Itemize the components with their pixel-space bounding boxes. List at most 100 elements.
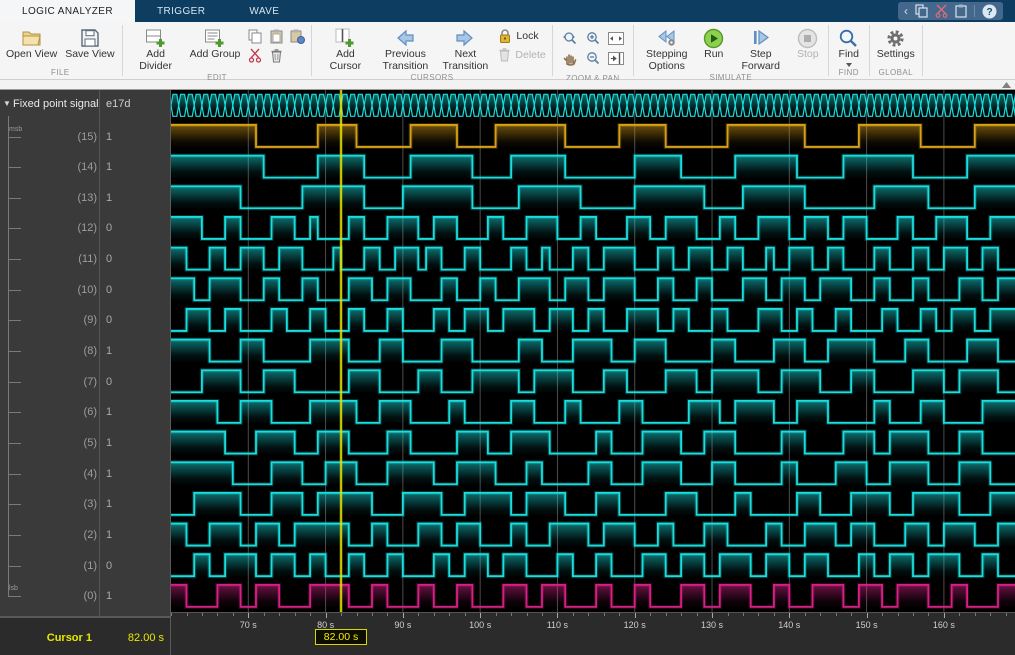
bit-value: 1 bbox=[106, 468, 112, 480]
step-forward-button[interactable]: Step Forward bbox=[731, 24, 791, 72]
signal-bit-row[interactable]: lsb(0)1 bbox=[0, 581, 170, 611]
stepping-options-button[interactable]: Stepping Options bbox=[637, 24, 697, 72]
bit-name: (15) bbox=[40, 131, 97, 143]
signal-bit-row[interactable]: msb(15)1 bbox=[0, 122, 170, 152]
save-view-button[interactable]: Save View bbox=[61, 24, 118, 61]
axis-tick-label: 100 s bbox=[469, 620, 491, 630]
bit-name: (12) bbox=[40, 222, 97, 234]
signal-bit-row[interactable]: (12)0 bbox=[0, 213, 170, 243]
signal-bit-row[interactable]: (11)0 bbox=[0, 244, 170, 274]
signal-bit-row[interactable]: (4)1 bbox=[0, 459, 170, 489]
signal-bit-row[interactable]: (10)0 bbox=[0, 275, 170, 305]
add-cursor-button[interactable]: Add Cursor bbox=[315, 24, 375, 72]
section-label: FILE bbox=[2, 67, 119, 79]
help-icon[interactable]: ? bbox=[982, 4, 997, 19]
bit-waveform bbox=[171, 462, 1015, 484]
collapse-group-icon[interactable]: ▼ bbox=[3, 99, 11, 108]
divider bbox=[122, 25, 123, 76]
find-button[interactable]: Find bbox=[832, 24, 866, 67]
bit-value: 0 bbox=[106, 560, 112, 572]
zoom-in-x-icon[interactable] bbox=[560, 30, 580, 47]
pan-icon[interactable] bbox=[560, 50, 580, 67]
tab-wave[interactable]: WAVE bbox=[227, 0, 301, 22]
axis-tick-label: 70 s bbox=[240, 620, 257, 630]
axis-minor-tick bbox=[975, 613, 976, 616]
signal-bit-row[interactable]: (9)0 bbox=[0, 305, 170, 335]
signal-bit-row[interactable]: (8)1 bbox=[0, 336, 170, 366]
stop-button[interactable]: Stop bbox=[791, 24, 825, 61]
axis-minor-tick bbox=[913, 613, 914, 616]
signal-bit-row[interactable]: (6)1 bbox=[0, 397, 170, 427]
axis-minor-tick bbox=[898, 613, 899, 616]
zoom-out-icon[interactable] bbox=[583, 50, 603, 67]
button-label: Add Group bbox=[190, 49, 241, 61]
cut-icon[interactable] bbox=[935, 4, 948, 18]
tree-stub bbox=[8, 382, 21, 383]
tab-trigger[interactable]: TRIGGER bbox=[135, 0, 227, 22]
open-view-button[interactable]: Open View bbox=[2, 24, 61, 61]
bit-value: 0 bbox=[106, 376, 112, 388]
bit-name: (9) bbox=[40, 314, 97, 326]
cursor-flag[interactable]: 82.00 s bbox=[315, 629, 367, 645]
axis-major-tick bbox=[712, 613, 713, 618]
signal-bit-row[interactable]: (13)1 bbox=[0, 183, 170, 213]
logic-analyzer-window: LOGIC ANALYZER TRIGGER WAVE ‹ ? Open Vie… bbox=[0, 0, 1015, 655]
collapse-toolstrip-icon[interactable] bbox=[1002, 82, 1011, 88]
axis-minor-tick bbox=[666, 613, 667, 616]
button-label: Stop bbox=[797, 49, 819, 61]
add-group-button[interactable]: Add Group bbox=[186, 24, 245, 61]
cursor-name-label[interactable]: Cursor 1 bbox=[47, 632, 92, 644]
run-icon bbox=[703, 27, 724, 49]
axis-minor-tick bbox=[357, 613, 358, 616]
copy-icon[interactable] bbox=[915, 4, 928, 18]
bit-value: 1 bbox=[106, 498, 112, 510]
delete-icon[interactable] bbox=[268, 48, 284, 63]
signal-bit-row[interactable]: (5)1 bbox=[0, 428, 170, 458]
cursor-readout: Cursor 1 82.00 s bbox=[0, 617, 170, 655]
signal-bit-row[interactable]: (3)1 bbox=[0, 489, 170, 519]
copy-icon[interactable] bbox=[247, 29, 263, 44]
run-button[interactable]: Run bbox=[697, 24, 731, 61]
bit-value: 1 bbox=[106, 161, 112, 173]
paste-clipboard-icon[interactable] bbox=[289, 29, 305, 44]
axis-minor-tick bbox=[820, 613, 821, 616]
next-transition-button[interactable]: Next Transition bbox=[435, 24, 495, 72]
zoom-to-cursor-icon[interactable] bbox=[606, 50, 626, 67]
axis-minor-tick bbox=[573, 613, 574, 616]
bit-name: (8) bbox=[40, 345, 97, 357]
previous-transition-button[interactable]: Previous Transition bbox=[375, 24, 435, 72]
signal-group-row[interactable]: ▼ Fixed point signal e17d bbox=[0, 90, 170, 121]
toolbar-section-simulate: Stepping Options Run Step Forward Stop S… bbox=[635, 22, 827, 79]
fit-to-view-icon[interactable] bbox=[606, 30, 626, 47]
signal-bit-row[interactable]: (14) 1 bbox=[0, 152, 170, 182]
paste-icon[interactable] bbox=[955, 4, 967, 18]
axis-minor-tick bbox=[1006, 613, 1007, 616]
bit-value: 0 bbox=[106, 284, 112, 296]
tree-stub bbox=[8, 596, 21, 597]
bit-name: (14) bbox=[40, 161, 97, 173]
zoom-in-icon[interactable] bbox=[583, 30, 603, 47]
chevron-down-icon bbox=[846, 63, 852, 67]
bit-name: (0) bbox=[40, 590, 97, 602]
signal-bit-row[interactable]: (2)1 bbox=[0, 520, 170, 550]
bus-waveform bbox=[171, 94, 1015, 116]
waveform-canvas[interactable] bbox=[171, 90, 1015, 612]
paste-icon[interactable] bbox=[268, 29, 284, 44]
settings-button[interactable]: Settings bbox=[873, 24, 919, 61]
lock-cursor-button[interactable]: Lock bbox=[498, 28, 545, 44]
chevron-left-icon[interactable]: ‹ bbox=[904, 2, 908, 20]
signal-bit-row[interactable]: (7)0 bbox=[0, 367, 170, 397]
signal-group-value: e17d bbox=[106, 98, 130, 110]
delete-cursor-button[interactable]: Delete bbox=[498, 47, 545, 62]
bit-name: (2) bbox=[40, 529, 97, 541]
cut-icon[interactable] bbox=[247, 48, 263, 63]
axis-major-tick bbox=[248, 613, 249, 618]
signal-bit-row[interactable]: (1)0 bbox=[0, 551, 170, 581]
axis-minor-tick bbox=[465, 613, 466, 616]
tree-stub bbox=[8, 443, 21, 444]
button-label: Run bbox=[704, 49, 723, 61]
axis-minor-tick bbox=[511, 613, 512, 616]
tab-logic-analyzer[interactable]: LOGIC ANALYZER bbox=[0, 0, 135, 22]
add-divider-button[interactable]: Add Divider bbox=[126, 24, 186, 72]
cursor-line[interactable] bbox=[340, 90, 342, 612]
